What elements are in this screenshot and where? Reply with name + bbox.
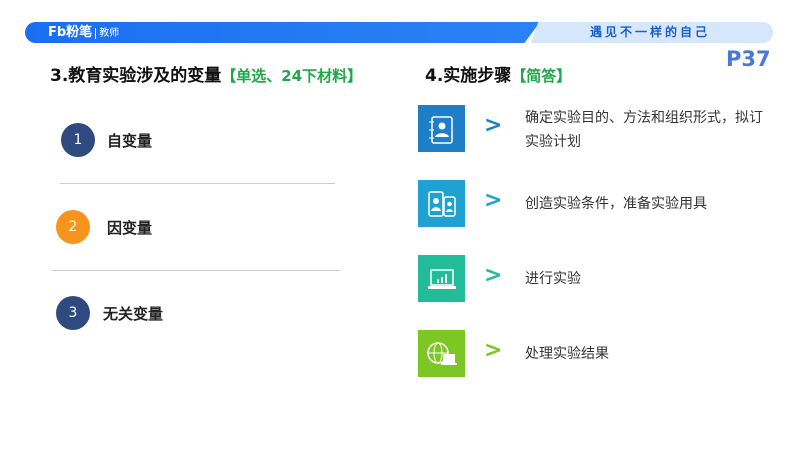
page-number: P37 — [726, 47, 771, 71]
slogan: 遇见不一样的自己 — [590, 25, 711, 39]
number-circle: 2 — [56, 210, 90, 244]
title-text: 3.教育实验涉及的变量 — [50, 66, 222, 86]
number-circle: 1 — [61, 123, 95, 157]
title-tag: 【简答】 — [511, 67, 572, 85]
step-text: 进行实验 — [525, 271, 581, 287]
laptop-chart-icon — [418, 255, 465, 302]
chevron-right-icon: > — [484, 338, 503, 363]
variable-label: 无关变量 — [103, 305, 164, 323]
logo-text: Fb粉笔 — [48, 25, 93, 40]
chevron-right-icon: > — [484, 263, 503, 288]
step-text: 处理实验结果 — [525, 346, 609, 362]
chevron-right-icon: > — [484, 113, 503, 138]
number-circle: 3 — [56, 296, 90, 330]
variable-label: 因变量 — [107, 219, 153, 237]
right-section-title: 4.实施步骤【简答】 — [425, 61, 571, 86]
chevron-right-icon: > — [484, 188, 503, 213]
globe-computer-icon — [418, 330, 465, 377]
logo: Fb粉笔 教师 — [48, 24, 120, 42]
divider — [52, 270, 340, 271]
mobile-users-icon — [418, 180, 465, 227]
left-section-title: 3.教育实验涉及的变量【单选、24下材料】 — [50, 61, 362, 86]
contacts-book-icon — [418, 105, 465, 152]
step-text: 创造实验条件，准备实验用具 — [525, 196, 707, 212]
step-text: 确定实验目的、方法和组织形式，拟订实验计划 — [525, 110, 763, 150]
variable-label: 自变量 — [107, 132, 153, 150]
title-tag: 【单选、24下材料】 — [221, 67, 363, 85]
title-text: 4.实施步骤 — [425, 66, 512, 86]
logo-subtitle: 教师 — [95, 28, 120, 39]
divider — [60, 183, 335, 184]
